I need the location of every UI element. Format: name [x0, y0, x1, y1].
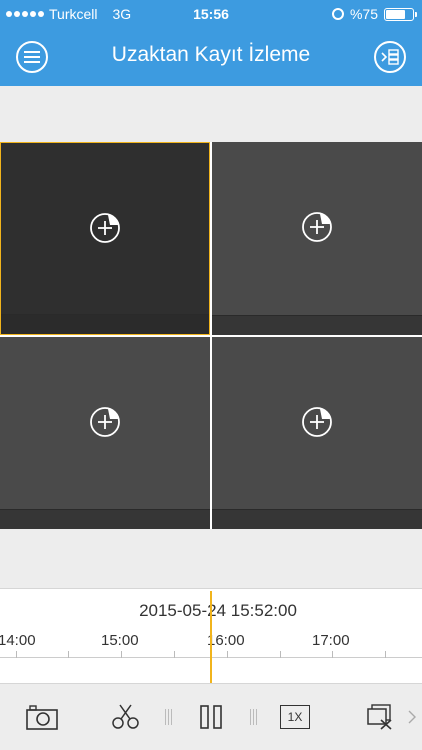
close-all-button[interactable] [362, 701, 398, 733]
channel-list-button[interactable] [374, 41, 406, 73]
cell-info-strip [1, 314, 209, 334]
pause-button[interactable] [193, 701, 229, 733]
menu-icon [24, 51, 40, 63]
timeline-tick [16, 651, 17, 658]
timeline-tick-label: 16:00 [207, 632, 245, 649]
video-grid [0, 142, 422, 529]
add-camera-icon [90, 213, 120, 243]
timeline-tick [121, 651, 122, 658]
video-cell-1[interactable] [0, 142, 210, 335]
timeline-tick-label: 14:00 [0, 632, 36, 649]
timeline-tick [174, 651, 175, 658]
timeline-tick [332, 651, 333, 658]
scissors-icon [112, 704, 139, 729]
timeline-tick [227, 651, 228, 658]
close-all-icon [367, 704, 392, 730]
channel-list-icon [381, 49, 399, 65]
status-right: %75 [331, 6, 417, 22]
video-cell-2[interactable] [212, 142, 422, 335]
clip-button[interactable] [108, 701, 144, 733]
toolbar-more-button[interactable] [404, 701, 420, 733]
video-cell-4[interactable] [212, 337, 422, 529]
timeline-tick-label: 15:00 [101, 632, 139, 649]
pause-icon [200, 705, 222, 729]
video-cell-3[interactable] [0, 337, 210, 529]
timeline-tick-label: 17:00 [312, 632, 350, 649]
timeline-tick [385, 651, 386, 658]
add-camera-icon [302, 212, 332, 242]
camera-icon [26, 705, 58, 730]
chevron-right-icon [408, 710, 416, 724]
page-title: Uzaktan Kayıt İzleme [111, 43, 311, 66]
timeline-cursor[interactable] [210, 591, 212, 683]
playback-timeline[interactable]: 2015-05-24 15:52:00 14:00 15:00 16:00 17… [0, 588, 422, 684]
timeline-tick [280, 651, 281, 658]
toolbar-divider [165, 709, 173, 725]
snapshot-button[interactable] [24, 701, 60, 733]
timeline-tick [68, 651, 69, 658]
cell-info-strip [212, 315, 422, 335]
toolbar-divider [250, 709, 258, 725]
speed-button[interactable]: 1X [277, 701, 313, 733]
playback-toolbar: 1X [0, 685, 422, 750]
speed-icon: 1X [280, 705, 310, 729]
status-bar: Turkcell 3G 15:56 %75 [0, 0, 422, 28]
menu-button[interactable] [16, 41, 48, 73]
nav-bar: Uzaktan Kayıt İzleme [0, 28, 422, 86]
add-camera-icon [302, 407, 332, 437]
alarm-icon [331, 8, 344, 20]
add-camera-icon [90, 407, 120, 437]
cell-info-strip [212, 509, 422, 529]
battery-icon [384, 7, 417, 21]
cell-info-strip [0, 509, 210, 529]
battery-percent: %75 [349, 6, 378, 22]
